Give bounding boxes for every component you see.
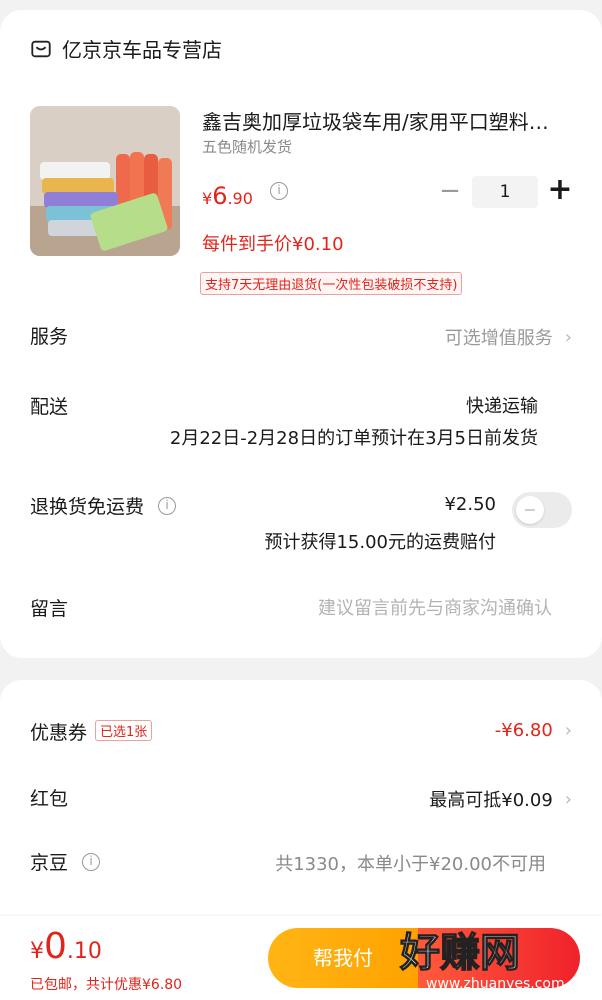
checkout-bar: ¥0.10 已包邮，共计优惠¥6.80 帮我付 好赚网 www.zhuanyes…	[0, 916, 602, 1000]
service-label: 服务	[30, 326, 69, 348]
coupon-row-value[interactable]: -¥6.80 ›	[495, 720, 572, 741]
jingdou-label: 京豆	[30, 852, 69, 874]
return-shipping-toggle[interactable]	[512, 492, 572, 528]
service-row-value[interactable]: 可选增值服务 ›	[445, 324, 572, 350]
product-title[interactable]: 鑫吉奥加厚垃圾袋车用/家用平口塑料…	[202, 106, 582, 135]
price-decimal: .90	[227, 189, 253, 208]
order-card: 亿京京车品专营店 鑫吉奥加厚垃圾袋车用/家用平口塑料… 五色随机发货 ¥6.90…	[0, 10, 602, 658]
product-photo	[30, 106, 180, 256]
chevron-right-icon: ›	[564, 788, 572, 810]
return-shipping-price: ¥2.50	[444, 494, 496, 515]
coupon-label: 优惠券	[30, 722, 88, 744]
service-value: 可选增值服务	[444, 328, 553, 349]
info-icon[interactable]: i	[82, 852, 101, 871]
price-info-icon[interactable]: i	[270, 182, 288, 200]
total-price: ¥0.10	[30, 926, 102, 967]
return-policy-badge: 支持7天无理由退货(一次性包装破损不支持)	[200, 272, 463, 295]
return-shipping-label: 退换货免运费	[30, 496, 145, 518]
plus-icon[interactable]: +	[546, 172, 574, 207]
price-symbol: ¥	[202, 189, 213, 208]
delivery-label: 配送	[30, 396, 69, 418]
red-packet-value: 最高可抵¥0.09	[429, 790, 553, 811]
delivery-method[interactable]: 快递运输	[466, 392, 538, 418]
message-input[interactable]: 建议留言前先与商家沟通确认	[318, 594, 552, 620]
toggle-knob	[516, 496, 544, 524]
total-decimal: .10	[66, 939, 102, 964]
coupon-selected-badge: 已选1张	[95, 720, 153, 741]
red-packet-row-value[interactable]: 最高可抵¥0.09 ›	[429, 786, 572, 812]
watermark-logo: 好赚网 www.zhuanyes.com	[398, 929, 565, 992]
delivery-note: 2月22日-2月28日的订单预计在3月5日前发货	[169, 428, 538, 449]
shop-icon	[31, 40, 51, 57]
product-image[interactable]	[30, 106, 180, 256]
minus-icon[interactable]: −	[436, 176, 464, 206]
red-packet-label: 红包	[30, 788, 69, 810]
return-shipping-note: 预计获得15.00元的运费赔付	[264, 532, 496, 553]
product-variant[interactable]: 五色随机发货	[202, 136, 292, 157]
chevron-right-icon: ›	[564, 720, 572, 741]
quantity-input[interactable]: 1	[472, 176, 538, 208]
total-symbol: ¥	[30, 939, 44, 964]
watermark-text: 好赚网	[399, 930, 520, 976]
watermark-url: www.zhuanyes.com	[426, 976, 565, 992]
unit-price: 每件到手价¥0.10	[202, 234, 344, 255]
product-price: ¥6.90	[202, 182, 253, 210]
jingdou-label-group: 京豆 i	[30, 848, 101, 875]
chevron-right-icon: ›	[564, 326, 572, 348]
total-summary: 已包邮，共计优惠¥6.80	[30, 977, 183, 993]
return-shipping-row: 退换货免运费 i	[30, 492, 177, 519]
price-integer: 6	[212, 182, 228, 210]
jingdou-value: 共1330，本单小于¥20.00不可用	[275, 854, 546, 875]
coupon-label-group: 优惠券 已选1张	[30, 718, 153, 745]
shop-name: 亿京京车品专营店	[62, 38, 222, 62]
info-icon[interactable]: i	[158, 496, 177, 515]
message-label: 留言	[30, 598, 69, 620]
coupon-value: -¥6.80	[494, 720, 553, 741]
shop-header[interactable]: 亿京京车品专营店	[30, 34, 222, 63]
total-integer: 0	[44, 926, 67, 967]
